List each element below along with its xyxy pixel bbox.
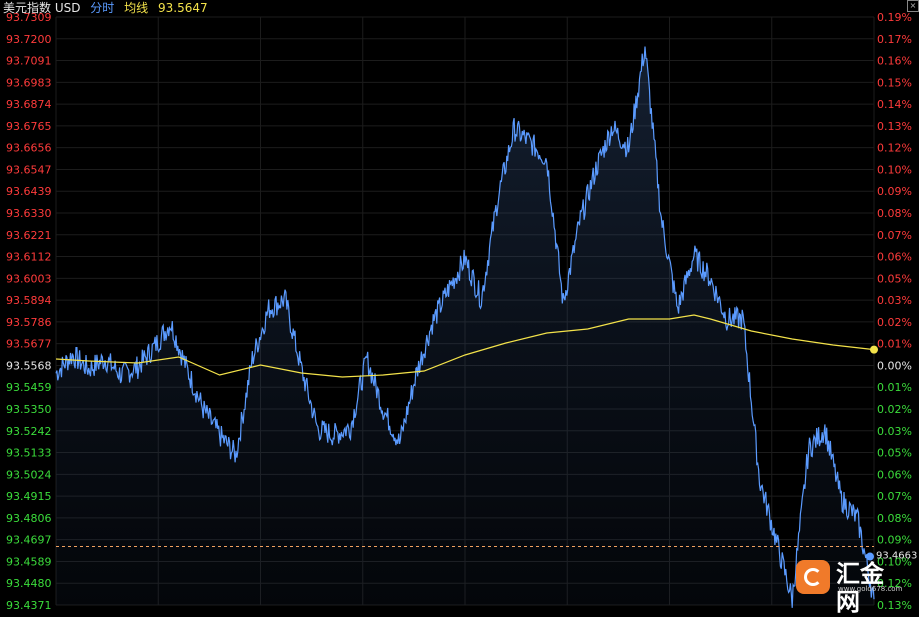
y-tick-right: 0.02% bbox=[877, 316, 912, 329]
y-tick-left: 93.6765 bbox=[6, 120, 52, 133]
y-tick-right: 0.17% bbox=[877, 33, 912, 46]
y-tick-left: 93.5242 bbox=[6, 425, 52, 438]
y-tick-right: 0.09% bbox=[877, 534, 912, 547]
y-tick-left: 93.6874 bbox=[6, 98, 52, 111]
average-value: 93.5647 bbox=[157, 1, 208, 15]
y-tick-left: 93.4480 bbox=[6, 577, 52, 590]
logo-url: www.gold678.com bbox=[838, 585, 903, 593]
y-tick-left: 93.6983 bbox=[6, 76, 52, 89]
y-tick-left: 93.4371 bbox=[6, 599, 52, 612]
y-tick-right: 0.16% bbox=[877, 55, 912, 68]
y-tick-left: 93.7091 bbox=[6, 55, 52, 68]
y-tick-right: 0.03% bbox=[877, 294, 912, 307]
y-tick-right: 0.01% bbox=[877, 338, 912, 351]
average-label: 均线 bbox=[124, 1, 149, 15]
y-tick-left: 93.4806 bbox=[6, 512, 52, 525]
y-tick-right: 0.06% bbox=[877, 468, 912, 481]
y-tick-left: 93.5786 bbox=[6, 316, 52, 329]
y-tick-left: 93.6221 bbox=[6, 229, 52, 242]
y-tick-left: 93.5568 bbox=[6, 359, 52, 372]
y-tick-right: 0.05% bbox=[877, 272, 912, 285]
y-tick-left: 93.6439 bbox=[6, 185, 52, 198]
y-tick-left: 93.6330 bbox=[6, 207, 52, 220]
y-tick-right: 0.12% bbox=[877, 142, 912, 155]
y-tick-left: 93.6656 bbox=[6, 142, 52, 155]
y-tick-left: 93.4589 bbox=[6, 555, 52, 568]
chart-header: 美元指数 USD 分时 均线 93.5647 bbox=[3, 0, 214, 16]
y-tick-right: 0.15% bbox=[877, 76, 912, 89]
instrument-name: 美元指数 USD bbox=[3, 1, 81, 15]
y-tick-left: 93.5459 bbox=[6, 381, 52, 394]
y-tick-left: 93.5024 bbox=[6, 468, 52, 481]
logo-icon bbox=[796, 560, 830, 594]
y-tick-right: 0.09% bbox=[877, 185, 912, 198]
y-tick-right: 0.08% bbox=[877, 512, 912, 525]
y-tick-left: 93.5894 bbox=[6, 294, 52, 307]
y-tick-left: 93.5350 bbox=[6, 403, 52, 416]
average-end-dot bbox=[870, 345, 878, 354]
y-axis-left: 93.730993.720093.709193.698393.687493.67… bbox=[6, 11, 52, 612]
y-tick-right: 0.05% bbox=[877, 447, 912, 460]
y-tick-left: 93.6003 bbox=[6, 272, 52, 285]
y-tick-right: 0.07% bbox=[877, 229, 912, 242]
close-icon[interactable]: × bbox=[907, 0, 919, 12]
y-tick-right: 0.14% bbox=[877, 98, 912, 111]
mode-label[interactable]: 分时 bbox=[90, 1, 114, 15]
y-tick-right: 0.06% bbox=[877, 251, 912, 264]
y-axis-right: 0.19% 0.17% 0.16% 0.15% 0.14% 0.13% 0.12% 0.10%… bbox=[877, 11, 912, 612]
y-tick-right: 0.13% bbox=[877, 120, 912, 133]
y-tick-left: 93.4697 bbox=[6, 534, 52, 547]
y-tick-right: 0.00% bbox=[877, 359, 912, 372]
y-tick-right: 0.08% bbox=[877, 207, 912, 220]
y-tick-left: 93.4915 bbox=[6, 490, 52, 503]
y-tick-right: 0.10% bbox=[877, 163, 912, 176]
y-tick-right: 0.02% bbox=[877, 403, 912, 416]
y-tick-left: 93.7200 bbox=[6, 33, 52, 46]
y-tick-left: 93.5677 bbox=[6, 338, 52, 351]
y-tick-right: 0.07% bbox=[877, 490, 912, 503]
brand-logo: 汇金网 www.gold678.com bbox=[796, 560, 906, 616]
y-tick-right: 0.19% bbox=[877, 11, 912, 24]
y-tick-right: 0.01% bbox=[877, 381, 912, 394]
y-tick-left: 93.5133 bbox=[6, 447, 52, 460]
y-tick-left: 93.6547 bbox=[6, 163, 52, 176]
y-tick-left: 93.6112 bbox=[6, 251, 52, 264]
y-tick-right: 0.03% bbox=[877, 425, 912, 438]
time-share-chart: 93.730993.720093.709193.698393.687493.67… bbox=[6, 11, 917, 612]
